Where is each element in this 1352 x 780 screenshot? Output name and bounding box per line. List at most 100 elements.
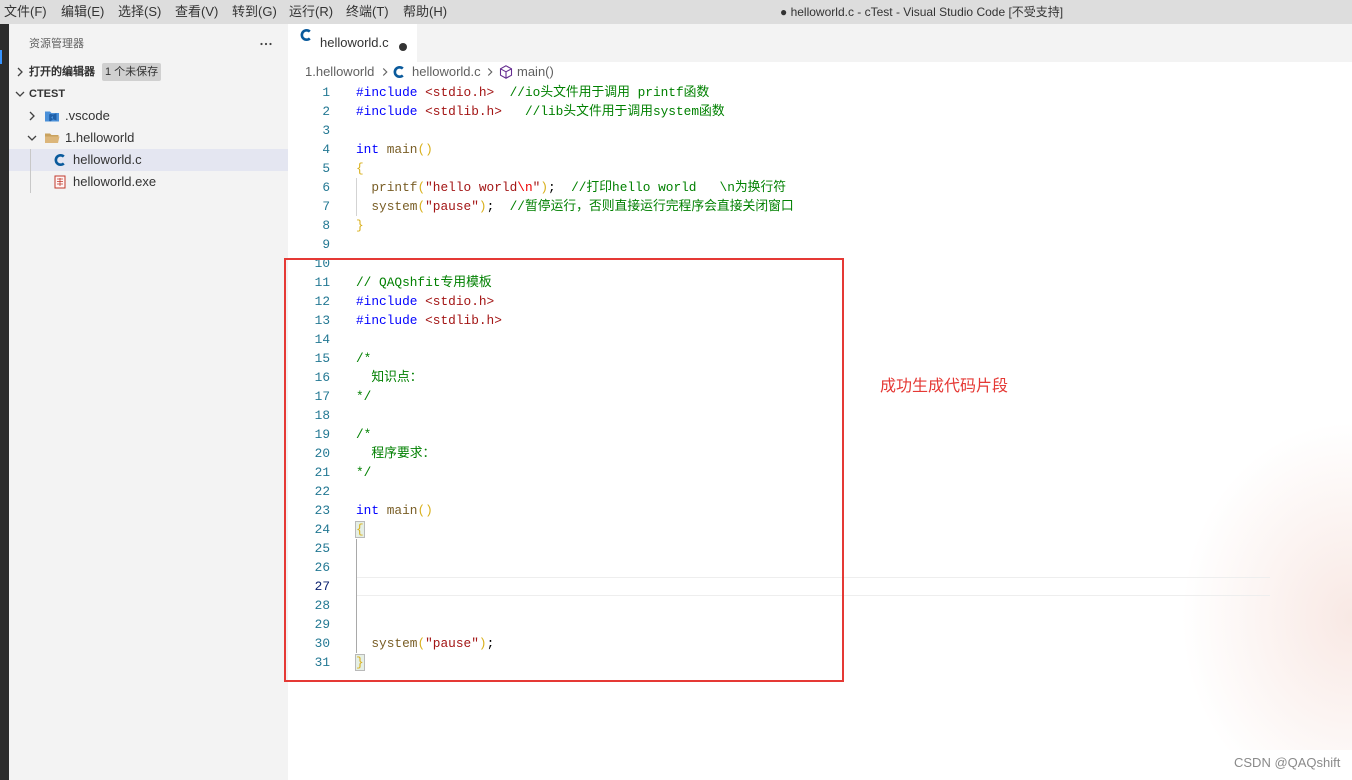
- open-editors-section[interactable]: 打开的编辑器 1 个未保存: [9, 61, 288, 83]
- breadcrumb-folder[interactable]: 1.helloworld: [305, 62, 374, 82]
- tab-label: helloworld.c: [320, 35, 389, 50]
- chevron-right-icon: [378, 65, 392, 79]
- c-file-icon: [391, 64, 407, 80]
- code-token: (): [417, 142, 433, 157]
- code-line[interactable]: 6 printf("hello world\n"); //打印hello wor…: [288, 178, 1352, 197]
- tab-helloworld-c[interactable]: helloworld.c: [288, 24, 417, 62]
- c-file-icon: [298, 27, 314, 43]
- code-text: system("pause"); //暂停运行，否则直接运行完程序会直接关闭窗口: [356, 197, 793, 216]
- symbol-method-icon: [498, 64, 514, 80]
- code-line[interactable]: 3: [288, 121, 1352, 140]
- code-token: #include: [356, 104, 418, 119]
- tree-item-helloworld-exe[interactable]: helloworld.exe: [9, 171, 288, 193]
- code-text: int main(): [356, 140, 433, 159]
- chevron-right-icon: [483, 65, 497, 79]
- open-editors-label: 打开的编辑器: [29, 66, 95, 78]
- code-token: //lib头文件用于调用system函数: [524, 104, 725, 119]
- menu-view[interactable]: 查看(V): [171, 0, 228, 24]
- code-token: <stdio.h>: [425, 85, 495, 100]
- explorer-header: 资源管理器: [9, 33, 288, 55]
- more-actions-icon[interactable]: [258, 36, 274, 52]
- tree-item-vscode[interactable]: .vscode: [9, 105, 288, 127]
- activity-bar: [0, 24, 9, 780]
- tree-indent-guide: [30, 149, 31, 193]
- main-menu: 文件(F) 编辑(E) 选择(S) 查看(V) 转到(G) 运行(R) 终端(T…: [0, 0, 456, 24]
- code-token: //打印hello world \n为换行符: [571, 180, 787, 195]
- line-number: 4: [322, 142, 330, 157]
- explorer-title: 资源管理器: [29, 38, 84, 50]
- breadcrumb-file[interactable]: helloworld.c: [412, 62, 481, 82]
- editor-tab-bar: helloworld.c: [288, 24, 1352, 62]
- line-number: 3: [322, 123, 330, 138]
- explorer-sidebar: 资源管理器 打开的编辑器 1 个未保存 CTEST .vscode 1.hell…: [9, 24, 288, 780]
- folder-open-icon: [44, 130, 60, 146]
- menu-help[interactable]: 帮助(H): [399, 0, 456, 24]
- tree-item-label: helloworld.exe: [73, 174, 157, 189]
- code-text: {: [356, 159, 364, 178]
- code-token: main: [386, 142, 418, 157]
- c-file-icon: [52, 152, 68, 168]
- window-title: ● helloworld.c - cTest - Visual Studio C…: [780, 5, 1064, 19]
- code-token: system: [371, 199, 418, 214]
- code-line[interactable]: 1 #include <stdio.h> //io头文件用于调用 printf函数: [288, 83, 1352, 102]
- breadcrumb-symbol[interactable]: main(): [517, 62, 554, 82]
- tree-item-label: .vscode: [65, 108, 110, 123]
- menu-file[interactable]: 文件(F): [0, 0, 57, 24]
- code-token: int: [356, 142, 380, 157]
- chevron-right-icon: [24, 108, 40, 124]
- workspace-section[interactable]: CTEST: [9, 83, 288, 105]
- vscode-folder-icon: [44, 108, 60, 124]
- workspace-label: CTEST: [29, 88, 66, 100]
- chevron-right-icon: [12, 64, 28, 80]
- code-text: printf("hello world\n"); //打印hello world…: [356, 178, 786, 197]
- code-token: ): [478, 199, 487, 214]
- unsaved-count-badge: 1 个未保存: [102, 63, 162, 81]
- code-line[interactable]: 9: [288, 235, 1352, 254]
- code-token: <stdlib.h>: [425, 104, 502, 119]
- line-number: 7: [322, 199, 330, 214]
- menu-terminal[interactable]: 终端(T): [342, 0, 399, 24]
- unsaved-dot-icon[interactable]: [398, 39, 408, 51]
- menu-go[interactable]: 转到(G): [228, 0, 285, 24]
- code-line[interactable]: 4 int main(): [288, 140, 1352, 159]
- code-token: "hello world: [425, 180, 518, 195]
- code-text: #include <stdio.h> //io头文件用于调用 printf函数: [356, 83, 709, 102]
- menu-selection[interactable]: 选择(S): [114, 0, 171, 24]
- tree-item-1-helloworld[interactable]: 1.helloworld: [9, 127, 288, 149]
- code-line[interactable]: 7 system("pause"); //暂停运行，否则直接运行完程序会直接关闭…: [288, 197, 1352, 216]
- annotation-text: 成功生成代码片段: [880, 378, 1009, 395]
- code-token: #include: [356, 85, 418, 100]
- menu-bar: 文件(F) 编辑(E) 选择(S) 查看(V) 转到(G) 运行(R) 终端(T…: [0, 0, 1352, 24]
- line-number: 5: [322, 161, 330, 176]
- menu-run[interactable]: 运行(R): [285, 0, 342, 24]
- breadcrumb: 1.helloworld helloworld.c main(): [288, 62, 888, 82]
- chevron-down-icon: [24, 130, 40, 146]
- annotation-highlight-box: [284, 258, 844, 682]
- tree-item-label: 1.helloworld: [65, 130, 135, 145]
- explorer-activity-indicator[interactable]: [0, 50, 2, 64]
- line-number: 2: [322, 104, 330, 119]
- code-line[interactable]: 2 #include <stdlib.h> //lib头文件用于调用system函…: [288, 102, 1352, 121]
- code-token: "pause": [425, 199, 479, 214]
- code-line[interactable]: 5{: [288, 159, 1352, 178]
- menu-edit[interactable]: 编辑(E): [57, 0, 114, 24]
- watermark: CSDN @QAQshift: [1234, 755, 1341, 770]
- code-token: (: [417, 180, 426, 195]
- tree-item-helloworld-c[interactable]: helloworld.c: [9, 149, 288, 171]
- code-text: #include <stdlib.h> //lib头文件用于调用system函数: [356, 102, 725, 121]
- code-token: printf: [371, 180, 418, 195]
- code-text: }: [356, 216, 364, 235]
- code-token: ): [540, 180, 549, 195]
- code-token: {: [356, 161, 364, 176]
- code-line[interactable]: 8}: [288, 216, 1352, 235]
- tree-item-label: helloworld.c: [73, 152, 142, 167]
- line-number: 8: [322, 218, 330, 233]
